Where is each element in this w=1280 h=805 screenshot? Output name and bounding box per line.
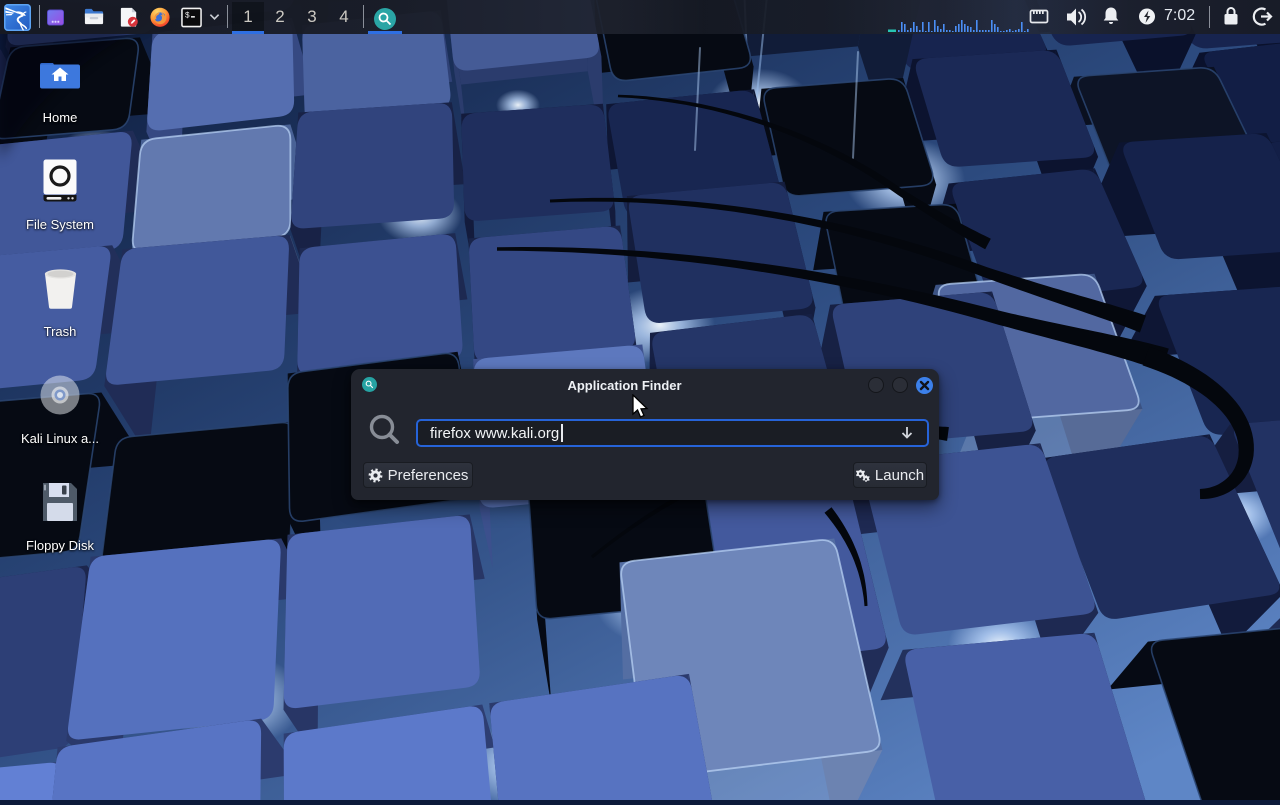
svg-text:$: $ <box>185 11 190 20</box>
